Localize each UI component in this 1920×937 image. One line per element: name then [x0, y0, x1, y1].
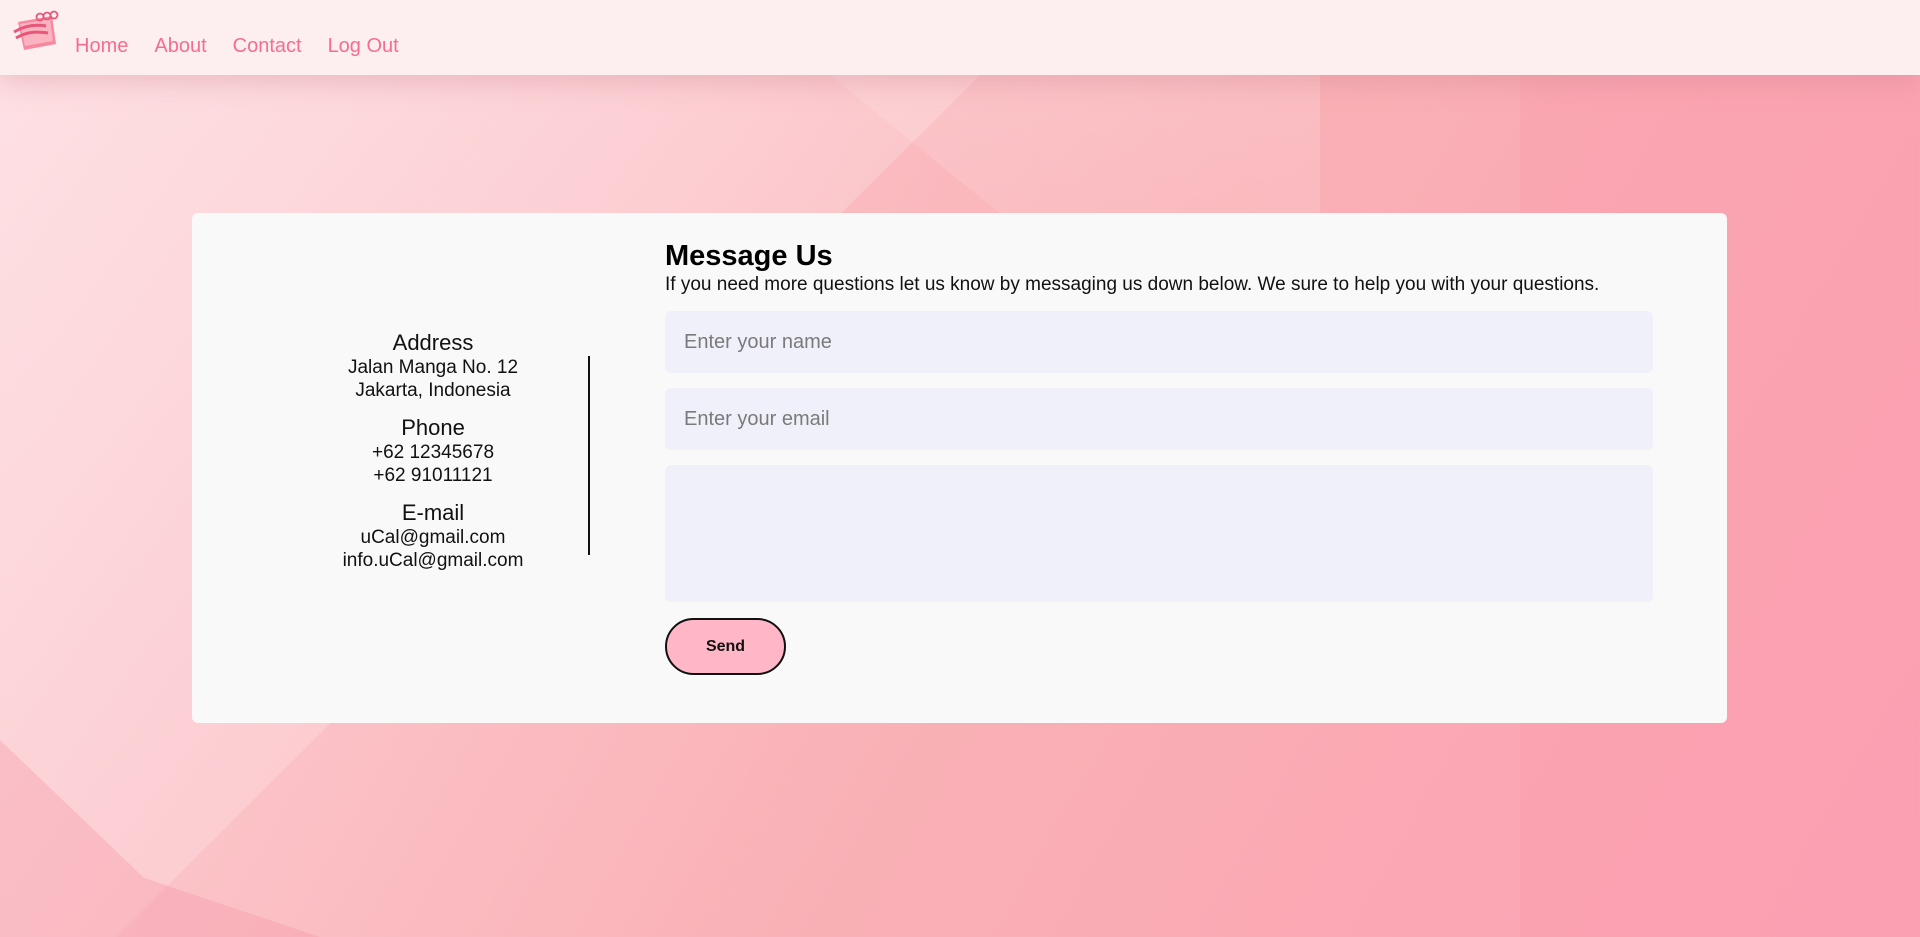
address-line: Jalan Manga No. 12	[347, 357, 519, 378]
nav-link-logout[interactable]: Log Out	[328, 35, 399, 58]
contact-card: Address Jalan Manga No. 12 Jakarta, Indo…	[192, 213, 1727, 723]
email-heading: E-mail	[401, 500, 465, 525]
notepad-logo-icon[interactable]	[12, 10, 60, 52]
address-block: Address Jalan Manga No. 12 Jakarta, Indo…	[288, 330, 578, 402]
vertical-divider	[588, 356, 590, 555]
send-button[interactable]: Send	[665, 618, 786, 675]
message-form: Message Us If you need more questions le…	[665, 239, 1655, 675]
phone-heading: Phone	[401, 415, 465, 440]
background-facet	[0, 740, 320, 937]
phone-number: +62 12345678	[371, 442, 495, 463]
email-address: info.uCal@gmail.com	[342, 550, 524, 571]
phone-block: Phone +62 12345678 +62 91011121	[288, 415, 578, 487]
form-subtitle: If you need more questions let us know b…	[665, 274, 1600, 295]
navbar: Home About Contact Log Out	[0, 0, 1920, 75]
email-block: E-mail uCal@gmail.com info.uCal@gmail.co…	[288, 500, 578, 572]
address-line: Jakarta, Indonesia	[355, 380, 511, 401]
phone-number: +62 91011121	[373, 465, 493, 486]
nav-link-home[interactable]: Home	[75, 35, 128, 58]
contact-info: Address Jalan Manga No. 12 Jakarta, Indo…	[288, 330, 578, 585]
form-title: Message Us	[665, 240, 833, 272]
nav-link-about[interactable]: About	[154, 35, 206, 58]
nav-link-contact[interactable]: Contact	[233, 35, 302, 58]
email-address: uCal@gmail.com	[360, 527, 506, 548]
email-input[interactable]	[665, 388, 1653, 450]
address-heading: Address	[392, 330, 474, 355]
nav-links: Home About Contact Log Out	[75, 35, 425, 58]
name-input[interactable]	[665, 311, 1653, 373]
message-textarea[interactable]	[665, 465, 1653, 602]
